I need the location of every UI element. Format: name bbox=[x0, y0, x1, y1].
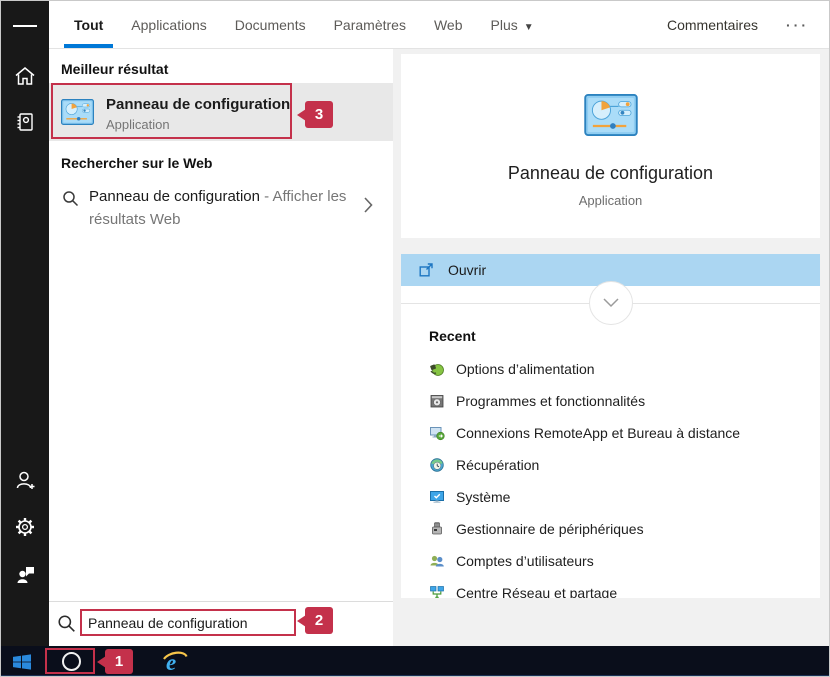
windows-start-icon[interactable] bbox=[12, 652, 32, 677]
app-preview-card: Panneau de configuration Application bbox=[401, 54, 820, 238]
tab-web[interactable]: Web bbox=[434, 1, 463, 48]
journal-icon[interactable] bbox=[13, 110, 37, 134]
tab-plus[interactable]: Plus▼ bbox=[491, 1, 534, 48]
control-panel-icon bbox=[61, 99, 94, 130]
cortana-icon[interactable] bbox=[62, 652, 81, 671]
best-match-result[interactable]: Panneau de configuration Application bbox=[49, 83, 393, 141]
search-flyout-sidebar bbox=[1, 1, 49, 646]
search-tabs-bar: Tout Applications Documents Paramètres W… bbox=[49, 1, 830, 49]
search-icon bbox=[62, 190, 79, 212]
network-sharing-center-icon bbox=[429, 585, 445, 598]
chevron-down-icon: ▼ bbox=[524, 22, 534, 33]
user-accounts-icon bbox=[429, 553, 445, 569]
recent-item[interactable]: Options d’alimentation bbox=[401, 353, 820, 385]
tab-tout[interactable]: Tout bbox=[74, 1, 103, 48]
open-external-icon bbox=[418, 262, 434, 278]
remoteapp-connections-icon bbox=[429, 425, 445, 441]
recent-item[interactable]: Système bbox=[401, 481, 820, 513]
feedback-icon[interactable] bbox=[13, 562, 37, 586]
search-icon bbox=[57, 614, 76, 638]
web-search-result[interactable]: Panneau de configuration - Afficher les … bbox=[49, 184, 393, 236]
preview-title: Panneau de configuration bbox=[401, 163, 820, 184]
annotation-callout-2: 2 bbox=[305, 607, 333, 634]
add-account-icon[interactable] bbox=[13, 468, 37, 492]
topbar-right: Commentaires ··· bbox=[667, 1, 830, 48]
best-match-section-header: Meilleur résultat bbox=[61, 61, 168, 77]
web-result-text-line2: résultats Web bbox=[89, 211, 180, 228]
feedback-link[interactable]: Commentaires bbox=[667, 1, 758, 48]
recent-item[interactable]: Comptes d’utilisateurs bbox=[401, 545, 820, 577]
control-panel-icon bbox=[401, 94, 820, 141]
preview-panel: Panneau de configuration Application Ouv… bbox=[393, 49, 830, 646]
recent-section-header: Recent bbox=[429, 328, 476, 344]
best-match-subtitle: Application bbox=[106, 117, 170, 132]
preview-subtitle: Application bbox=[401, 193, 820, 208]
home-icon[interactable] bbox=[13, 64, 37, 88]
system-icon bbox=[429, 489, 445, 505]
app-actions-card: Ouvrir Recent Options d’alimentation bbox=[401, 254, 820, 598]
programs-features-icon bbox=[429, 393, 445, 409]
search-filter-tabs: Tout Applications Documents Paramètres W… bbox=[49, 1, 534, 48]
recent-item[interactable]: Centre Réseau et partage bbox=[401, 577, 820, 598]
more-options-icon[interactable]: ··· bbox=[786, 1, 809, 48]
tab-documents[interactable]: Documents bbox=[235, 1, 306, 48]
recovery-icon bbox=[429, 457, 445, 473]
annotation-callout-3: 3 bbox=[305, 101, 333, 128]
internet-explorer-icon[interactable]: e bbox=[162, 649, 188, 677]
recent-item[interactable]: Récupération bbox=[401, 449, 820, 481]
open-action-label: Ouvrir bbox=[448, 254, 486, 286]
tab-parametres[interactable]: Paramètres bbox=[334, 1, 406, 48]
chevron-right-icon[interactable] bbox=[364, 197, 373, 218]
settings-gear-icon[interactable] bbox=[13, 515, 37, 539]
device-manager-icon bbox=[429, 521, 445, 537]
windows-search-flyout: Tout Applications Documents Paramètres W… bbox=[0, 0, 830, 677]
expand-collapse-button[interactable] bbox=[589, 281, 633, 325]
web-result-text: Panneau de configuration - Afficher les bbox=[89, 188, 346, 205]
chevron-down-icon bbox=[602, 298, 620, 308]
recent-item[interactable]: Gestionnaire de périphériques bbox=[401, 513, 820, 545]
best-match-title: Panneau de configuration bbox=[106, 96, 290, 113]
recent-item[interactable]: Connexions RemoteApp et Bureau à distanc… bbox=[401, 417, 820, 449]
power-options-icon bbox=[429, 361, 445, 377]
search-bar-row bbox=[49, 601, 393, 646]
tab-applications[interactable]: Applications bbox=[131, 1, 207, 48]
web-search-section-header: Rechercher sur le Web bbox=[61, 155, 212, 171]
recent-item[interactable]: Programmes et fonctionnalités bbox=[401, 385, 820, 417]
search-results-panel: Meilleur résultat Panneau de config bbox=[49, 49, 393, 646]
hamburger-menu-icon[interactable] bbox=[13, 14, 37, 38]
search-input[interactable] bbox=[80, 609, 296, 636]
annotation-callout-1: 1 bbox=[105, 649, 133, 674]
